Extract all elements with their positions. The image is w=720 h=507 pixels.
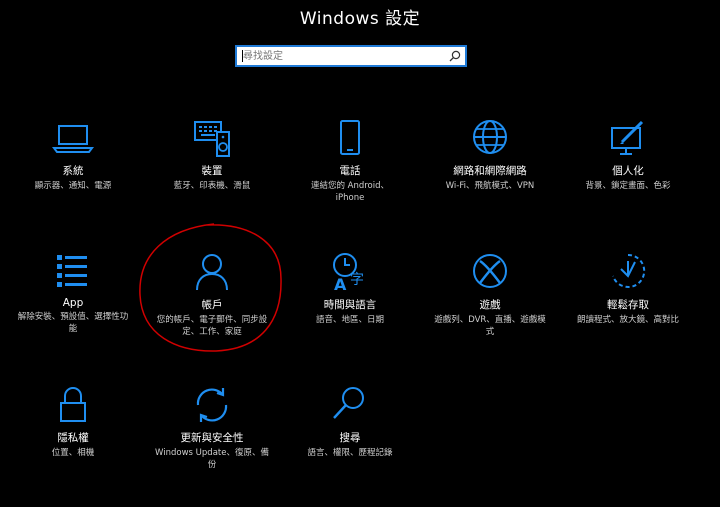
tile-desc: Windows Update、復原、備份 (155, 448, 269, 470)
tile-desc: Wi-Fi、飛航模式、VPN (445, 181, 535, 191)
tile-devices[interactable]: 裝置 藍牙、印表機、滑鼠 (137, 118, 287, 192)
window-title: Windows 設定 (299, 9, 421, 29)
devices-icon (194, 121, 230, 157)
apps-list-icon (57, 255, 87, 287)
tile-name: 電話 (339, 165, 361, 177)
personalization-icon (611, 120, 644, 155)
tile-name: 網路和網際網路 (453, 165, 527, 177)
tile-name: App (62, 297, 84, 309)
tile-desc: 背景、鎖定畫面、色彩 (585, 181, 671, 191)
svg-text:字: 字 (350, 272, 364, 288)
phone-icon (340, 120, 360, 155)
tile-update-security[interactable]: 更新與安全性 Windows Update、復原、備份 (137, 385, 287, 471)
tile-name: 裝置 (201, 165, 223, 177)
tile-desc: 藍牙、印表機、滑鼠 (173, 181, 251, 191)
tile-name: 搜尋 (339, 432, 361, 444)
search-box[interactable] (235, 45, 467, 67)
tile-system[interactable]: 系統 顯示器、通知、電源 (0, 118, 148, 192)
tile-desc: 解除安裝、預設值、選擇性功能 (17, 312, 129, 334)
tile-apps[interactable]: App 解除安裝、預設值、選擇性功能 (0, 252, 148, 335)
tile-name: 個人化 (612, 165, 644, 177)
tile-desc: 連結您的 Android、iPhone (310, 181, 390, 203)
sync-icon (196, 388, 228, 422)
tile-name: 帳戶 (201, 299, 223, 311)
tile-time-language[interactable]: A 字 時間與語言 語音、地區、日期 (275, 252, 425, 326)
tile-desc: 您的帳戶、電子郵件、同步設定、工作、家庭 (156, 315, 268, 337)
tile-name: 遊戲 (479, 299, 501, 311)
tile-personalization[interactable]: 個人化 背景、鎖定畫面、色彩 (553, 118, 703, 192)
tile-desc: 語言、權限、歷程記錄 (307, 448, 393, 458)
tile-gaming[interactable]: 遊戲 遊戲列、DVR、直播、遊戲模式 (415, 252, 565, 338)
xbox-icon (473, 254, 507, 288)
tile-search[interactable]: 搜尋 語言、權限、歷程記錄 (275, 385, 425, 459)
tile-phone[interactable]: 電話 連結您的 Android、iPhone (275, 118, 425, 204)
tile-desc: 遊戲列、DVR、直播、遊戲模式 (434, 315, 546, 337)
tile-name: 系統 (62, 165, 84, 177)
tile-desc: 朗讀程式、放大鏡、高對比 (576, 315, 679, 325)
tile-privacy[interactable]: 隱私權 位置、相機 (0, 385, 148, 459)
tile-name: 時間與語言 (323, 299, 377, 311)
tile-ease-of-access[interactable]: 輕鬆存取 朗讀程式、放大鏡、高對比 (553, 252, 703, 326)
tile-accounts[interactable]: 帳戶 您的帳戶、電子郵件、同步設定、工作、家庭 (137, 252, 287, 338)
lock-icon (60, 387, 86, 422)
tile-desc: 語音、地區、日期 (315, 315, 384, 325)
search-icon (333, 387, 364, 419)
tile-name: 更新與安全性 (180, 432, 244, 444)
search-input[interactable] (243, 47, 433, 65)
laptop-icon (52, 125, 94, 153)
tile-name: 隱私權 (57, 432, 89, 444)
svg-text:A: A (334, 275, 347, 294)
search-icon[interactable] (448, 49, 462, 63)
person-icon (196, 254, 228, 291)
time-language-icon: A 字 (333, 253, 364, 294)
globe-icon (473, 120, 507, 154)
tile-desc: 位置、相機 (51, 448, 95, 458)
tile-network[interactable]: 網路和網際網路 Wi-Fi、飛航模式、VPN (415, 118, 565, 192)
tile-desc: 顯示器、通知、電源 (34, 181, 112, 191)
tile-name: 輕鬆存取 (607, 299, 649, 311)
ease-of-access-icon (612, 253, 646, 288)
text-caret (242, 50, 243, 62)
